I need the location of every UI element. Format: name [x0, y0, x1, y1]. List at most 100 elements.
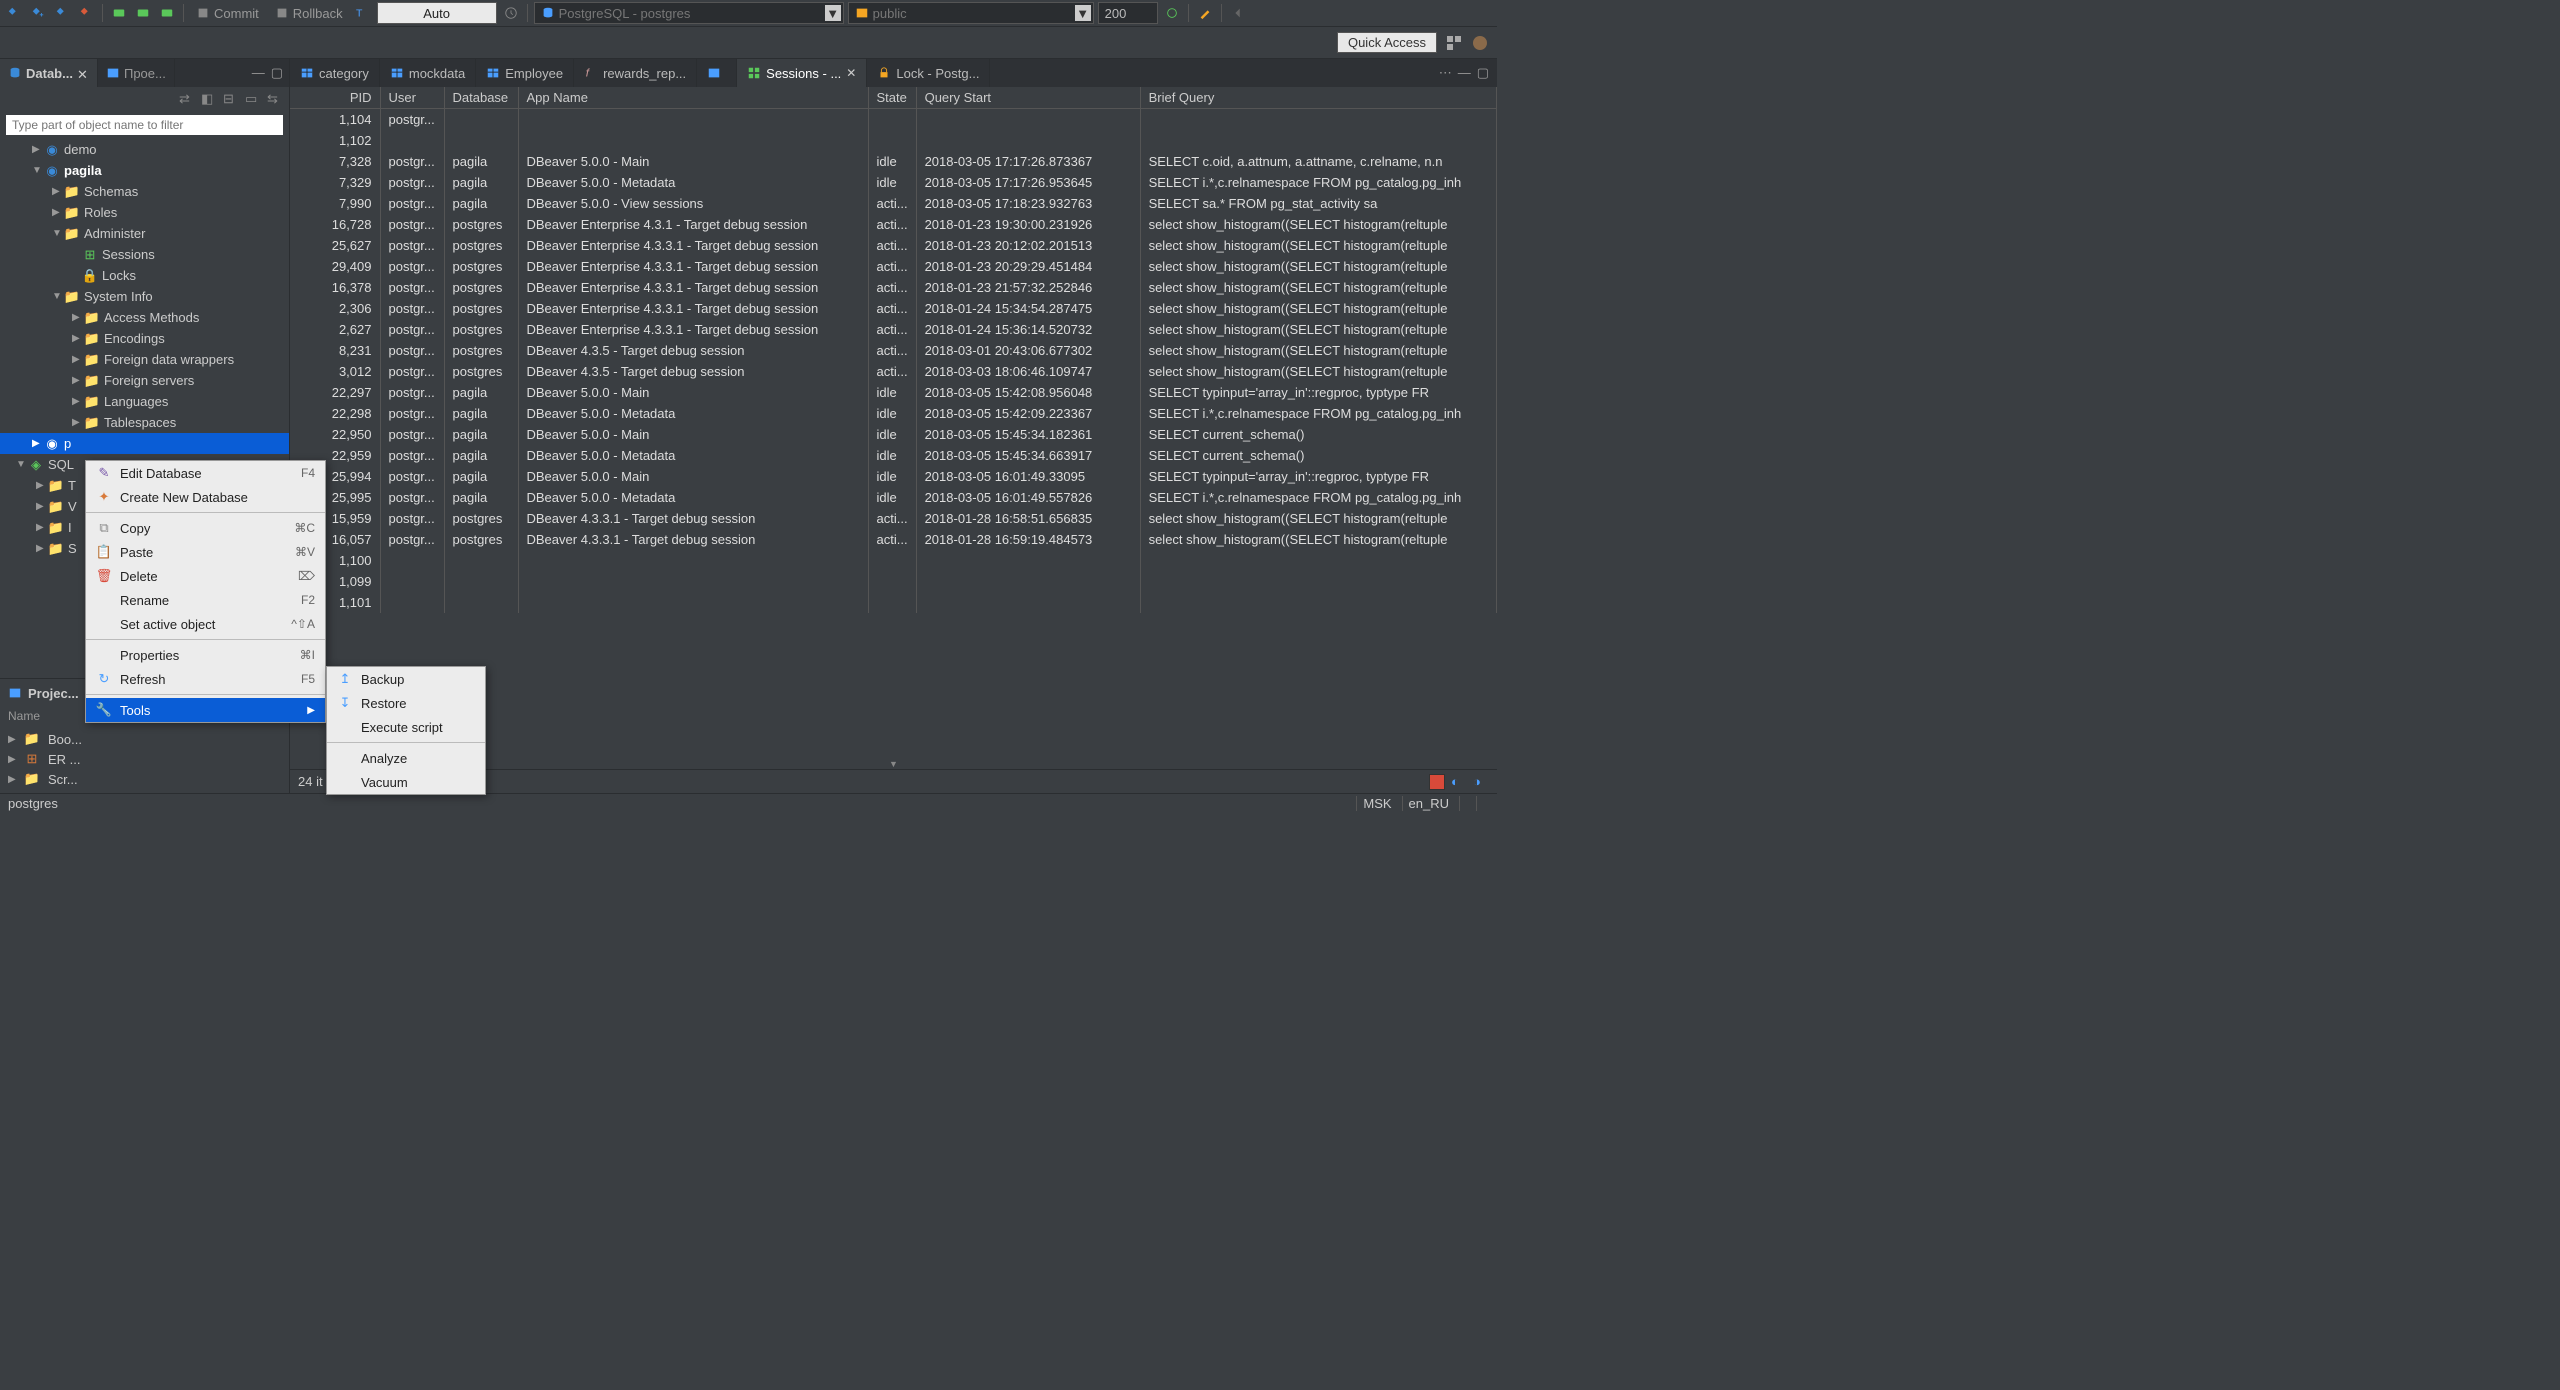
tree-node-schemas[interactable]: ▶ 📁 Schemas [0, 181, 289, 202]
close-icon[interactable]: ✕ [77, 67, 89, 79]
stop-icon[interactable] [1429, 774, 1445, 790]
grid-col-app-name[interactable]: App Name [518, 87, 868, 109]
editor-tab-employee[interactable]: Employee [476, 59, 574, 87]
tab-database-navigator[interactable]: Datab... ✕ [0, 59, 98, 87]
ctx-create-database[interactable]: ✦ Create New Database [86, 485, 325, 509]
commit-mode-combo[interactable]: Auto [377, 2, 497, 24]
ctx-set-active[interactable]: Set active object ^⇧A [86, 612, 325, 636]
ctx-analyze[interactable]: Analyze [327, 746, 485, 770]
link-icon[interactable]: ⇄ [179, 91, 197, 109]
ctx-restore[interactable]: ↧ Restore [327, 691, 485, 715]
table-row[interactable]: 8,231postgr...postgresDBeaver 4.3.5 - Ta… [290, 340, 1497, 361]
grid-col-brief-query[interactable]: Brief Query [1140, 87, 1496, 109]
table-row[interactable]: 22,959postgr...pagilaDBeaver 5.0.0 - Met… [290, 445, 1497, 466]
grid-col-pid[interactable]: PID [290, 87, 380, 109]
project-item-er[interactable]: ▶ ⊞ ER ... [0, 749, 289, 769]
table-row[interactable]: 22,950postgr...pagilaDBeaver 5.0.0 - Mai… [290, 424, 1497, 445]
ctx-execute-script[interactable]: Execute script [327, 715, 485, 739]
new-connection-icon[interactable]: ◧ [201, 91, 219, 109]
minimize-icon[interactable]: — [1458, 65, 1471, 81]
editor-tab-category[interactable]: category [290, 59, 380, 87]
table-row[interactable]: 1,102 [290, 130, 1497, 151]
tree-node-fdw[interactable]: ▶ 📁 Foreign data wrappers [0, 349, 289, 370]
tree-node-locks[interactable]: 🔒 Locks [0, 265, 289, 286]
plug-alt-icon[interactable] [52, 3, 72, 23]
table-row[interactable]: 22,297postgr...pagilaDBeaver 5.0.0 - Mai… [290, 382, 1497, 403]
commit-button[interactable]: Commit [190, 2, 265, 24]
editor-tab-sessions[interactable]: Sessions - ...✕ [737, 59, 867, 87]
sessions-grid[interactable]: PIDUserDatabaseApp NameStateQuery StartB… [290, 87, 1497, 759]
table-row[interactable]: 29,409postgr...postgresDBeaver Enterpris… [290, 256, 1497, 277]
quick-access-button[interactable]: Quick Access [1337, 32, 1437, 53]
grid-col-query-start[interactable]: Query Start [916, 87, 1140, 109]
perspective-icon[interactable] [1445, 34, 1463, 52]
table-row[interactable]: 1,099 [290, 571, 1497, 592]
ctx-delete[interactable]: 🗑 Delete ⌦ [86, 564, 325, 588]
row-limit-input[interactable]: 200 [1098, 2, 1158, 24]
close-icon[interactable]: ✕ [846, 66, 856, 80]
tab-projects-top[interactable]: Прое... [98, 59, 175, 87]
plug-new-icon[interactable] [28, 3, 48, 23]
database-selector[interactable]: PostgreSQL - postgres ▼ [534, 2, 844, 24]
table-row[interactable]: 7,990postgr...pagilaDBeaver 5.0.0 - View… [290, 193, 1497, 214]
ctx-edit-database[interactable]: ✎ Edit Database F4 [86, 461, 325, 485]
ctx-backup[interactable]: ↥ Backup [327, 667, 485, 691]
sql-new-icon[interactable] [157, 3, 177, 23]
table-row[interactable]: 3,012postgr...postgresDBeaver 4.3.5 - Ta… [290, 361, 1497, 382]
tree-node-administer[interactable]: ▼ 📁 Administer [0, 223, 289, 244]
plug-disconnect-icon[interactable] [76, 3, 96, 23]
editor-tab-lockpostg[interactable]: Lock - Postg... [867, 59, 990, 87]
status-icon-1[interactable]: ◐ [1451, 774, 1467, 790]
table-row[interactable]: 1,100 [290, 550, 1497, 571]
table-row[interactable]: 2,306postgr...postgresDBeaver Enterprise… [290, 298, 1497, 319]
project-item-scripts[interactable]: ▶ 📁 Scr... [0, 769, 289, 789]
table-row[interactable]: 25,994postgr...pagilaDBeaver 5.0.0 - Mai… [290, 466, 1497, 487]
tab-list-icon[interactable]: ⋯ [1439, 65, 1452, 81]
ctx-rename[interactable]: Rename F2 [86, 588, 325, 612]
tree-node-sessions[interactable]: ⊞ Sessions [0, 244, 289, 265]
back-icon[interactable] [1228, 3, 1248, 23]
table-row[interactable]: 15,959postgr...postgresDBeaver 4.3.3.1 -… [290, 508, 1497, 529]
tree-node-roles[interactable]: ▶ 📁 Roles [0, 202, 289, 223]
navigator-filter-input[interactable] [6, 115, 283, 135]
maximize-icon[interactable]: ▢ [271, 65, 283, 81]
maximize-icon[interactable]: ▢ [1477, 65, 1489, 81]
filter-icon[interactable]: ⇆ [267, 91, 285, 109]
table-row[interactable]: 1,104postgr... [290, 109, 1497, 130]
grid-col-state[interactable]: State [868, 87, 916, 109]
refresh-toolbar-icon[interactable] [1162, 3, 1182, 23]
plug-connect-icon[interactable] [4, 3, 24, 23]
project-item-bookmarks[interactable]: ▶ 📁 Boo... [0, 729, 289, 749]
table-row[interactable]: 25,627postgr...postgresDBeaver Enterpris… [290, 235, 1497, 256]
ctx-vacuum[interactable]: Vacuum [327, 770, 485, 794]
grid-col-database[interactable]: Database [444, 87, 518, 109]
tree-node-tablespaces[interactable]: ▶ 📁 Tablespaces [0, 412, 289, 433]
table-row[interactable]: 22,298postgr...pagilaDBeaver 5.0.0 - Met… [290, 403, 1497, 424]
table-row[interactable]: 16,057postgr...postgresDBeaver 4.3.3.1 -… [290, 529, 1497, 550]
editor-tab-postgresql[interactable] [697, 59, 737, 87]
tree-node-selected-db[interactable]: ▶ ◉ p [0, 433, 289, 454]
rollback-button[interactable]: Rollback [269, 2, 349, 24]
table-row[interactable]: 16,728postgr...postgresDBeaver Enterpris… [290, 214, 1497, 235]
dbeaver-perspective-icon[interactable] [1471, 34, 1489, 52]
table-row[interactable]: 1,101 [290, 592, 1497, 613]
sql-run-icon[interactable] [109, 3, 129, 23]
ctx-copy[interactable]: ⧉ Copy ⌘C [86, 516, 325, 540]
history-icon[interactable] [501, 3, 521, 23]
minimize-icon[interactable]: — [252, 65, 265, 81]
ctx-properties[interactable]: Properties ⌘I [86, 643, 325, 667]
collapse-icon[interactable]: ⊟ [223, 91, 241, 109]
schema-selector[interactable]: public ▼ [848, 2, 1094, 24]
table-row[interactable]: 7,328postgr...pagilaDBeaver 5.0.0 - Main… [290, 151, 1497, 172]
ctx-paste[interactable]: 📋 Paste ⌘V [86, 540, 325, 564]
tree-node-sysinfo[interactable]: ▼ 📁 System Info [0, 286, 289, 307]
ctx-tools[interactable]: 🔧 Tools ▶ [86, 698, 325, 722]
tree-node-foreign-servers[interactable]: ▶ 📁 Foreign servers [0, 370, 289, 391]
table-row[interactable]: 16,378postgr...postgresDBeaver Enterpris… [290, 277, 1497, 298]
smart-insert-icon[interactable] [1459, 796, 1472, 811]
marker-icon[interactable] [1195, 3, 1215, 23]
tx-mode-icon[interactable]: T [353, 3, 373, 23]
status-icon-2[interactable]: ◑ [1473, 774, 1489, 790]
overwrite-icon[interactable] [1476, 796, 1489, 811]
editor-tab-mockdata[interactable]: mockdata [380, 59, 476, 87]
